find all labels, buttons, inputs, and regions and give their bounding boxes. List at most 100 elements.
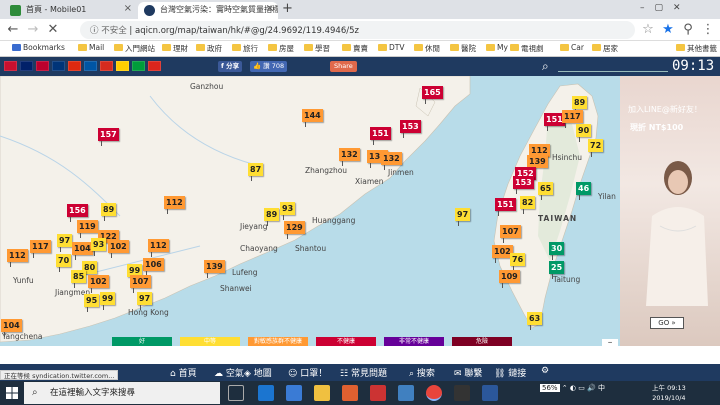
aqi-station-pin[interactable]: 63 (527, 312, 543, 330)
aqi-station-pin[interactable]: 153 (400, 120, 421, 138)
aqi-station-pin[interactable]: 89 (101, 203, 117, 221)
forward-icon[interactable]: → (25, 22, 41, 38)
bookmark-item[interactable]: 醫院 (450, 43, 476, 54)
advertisement[interactable]: 加入LINE@新好友！ 現折 NT$100 GO » (620, 76, 720, 346)
bookmark-star-icon[interactable]: ☆ (640, 22, 656, 38)
aqi-station-pin[interactable]: 65 (538, 182, 554, 200)
aqi-station-pin[interactable]: 104 (1, 319, 22, 337)
language-flag-icon[interactable] (52, 61, 65, 71)
bookmark-item[interactable]: 賣賣 (342, 43, 368, 54)
edge-icon[interactable] (258, 385, 274, 401)
aqi-station-pin[interactable]: 109 (499, 270, 520, 288)
aqi-station-pin[interactable]: 99 (100, 292, 116, 310)
aqi-station-pin[interactable]: 156 (67, 204, 88, 222)
aqi-station-pin[interactable]: 102 (88, 275, 109, 293)
bookmark-item[interactable]: Mail (78, 43, 104, 52)
site-search-input[interactable] (558, 71, 668, 72)
nav-item[interactable]: ☷ 常見問題 (340, 366, 387, 379)
url-input[interactable]: ⓘ 不安全 | aqicn.org/map/taiwan/hk/#@g/24.9… (80, 21, 635, 39)
menu-icon[interactable]: ⋮ (700, 22, 716, 38)
language-flag-icon[interactable] (100, 61, 113, 71)
bookmark-item[interactable]: 學習 (304, 43, 330, 54)
language-flag-icon[interactable] (148, 61, 161, 71)
chrome-icon[interactable] (426, 385, 442, 401)
language-flag-icon[interactable] (68, 61, 81, 71)
aqi-station-pin[interactable]: 87 (248, 163, 264, 181)
reload-icon[interactable]: ✕ (45, 22, 61, 38)
aqi-station-pin[interactable]: 107 (130, 275, 151, 293)
search-icon[interactable]: ⌕ (542, 59, 549, 74)
bookmark-item[interactable]: 居家 (592, 43, 618, 54)
nav-item[interactable]: ☁ 空氣 (214, 366, 244, 379)
aqi-station-pin[interactable]: 144 (302, 109, 323, 127)
tab-mobile01[interactable]: 首頁 - Mobile01 × (4, 2, 136, 19)
back-icon[interactable]: ← (5, 22, 21, 38)
bookmark-item[interactable]: My (486, 43, 508, 52)
aqi-station-pin[interactable]: 90 (576, 124, 592, 142)
taskbar-search-input[interactable]: 在這裡輸入文字來搜尋 (24, 382, 220, 404)
window-controls[interactable]: –▢✕ (640, 3, 700, 13)
taskbar-clock[interactable]: 上午 09:13 2019/10/4 (652, 383, 686, 403)
language-flag-icon[interactable] (132, 61, 145, 71)
aqi-station-pin[interactable]: 104 (72, 242, 93, 260)
aqi-station-pin[interactable]: 97 (57, 234, 73, 252)
aqi-station-pin[interactable]: 102 (108, 240, 129, 258)
app-icon[interactable] (454, 385, 470, 401)
bookmark-item[interactable]: Bookmarks (12, 43, 65, 52)
ad-go-button[interactable]: GO » (650, 317, 684, 329)
language-flag-icon[interactable] (116, 61, 129, 71)
facebook-share-button[interactable]: f 分享 (218, 61, 243, 72)
bookmark-item[interactable]: 休閒 (414, 43, 440, 54)
bookmark-item[interactable]: 電視劇 (510, 43, 544, 54)
aqi-station-pin[interactable]: 97 (137, 292, 153, 310)
aqi-station-pin[interactable]: 139 (204, 260, 225, 278)
aqi-station-pin[interactable]: 151 (495, 198, 516, 216)
aqi-station-pin[interactable]: 106 (143, 258, 164, 276)
aqi-station-pin[interactable]: 119 (77, 220, 98, 238)
aqi-station-pin[interactable]: 157 (98, 128, 119, 146)
zoom-out-icon[interactable]: − (602, 339, 618, 346)
aqi-station-pin[interactable]: 76 (510, 253, 526, 271)
store-icon[interactable] (342, 385, 358, 401)
settings-icon[interactable] (398, 385, 414, 401)
bookmark-item[interactable]: 旅行 (232, 43, 258, 54)
aqi-station-pin[interactable]: 95 (84, 294, 100, 312)
aqi-station-pin[interactable]: 117 (30, 240, 51, 258)
aqi-station-pin[interactable]: 129 (284, 221, 305, 239)
nav-item[interactable]: ⌕ 搜索 (409, 366, 435, 379)
bookmark-item[interactable]: 其他書籤 (676, 43, 717, 54)
aqi-station-pin[interactable]: 85 (71, 270, 87, 288)
aqi-station-pin[interactable]: 151 (370, 127, 391, 145)
nav-item[interactable]: ⛓ 鏈接 (494, 366, 526, 379)
facebook-like-button[interactable]: 👍 讚 708 (250, 61, 288, 72)
language-flag-icon[interactable] (36, 61, 49, 71)
aqi-station-pin[interactable]: 117 (562, 110, 583, 128)
office-icon[interactable] (370, 385, 386, 401)
aqi-station-pin[interactable]: 89 (264, 208, 280, 226)
file-explorer-icon[interactable] (314, 385, 330, 401)
aqi-station-pin[interactable]: 132 (339, 148, 360, 166)
aqi-station-pin[interactable]: 46 (576, 182, 592, 200)
aqi-station-pin[interactable]: 112 (164, 196, 185, 214)
nav-item[interactable]: ✉ 聯繫 (454, 366, 482, 379)
aqi-station-pin[interactable]: 112 (7, 249, 28, 267)
windows-start-icon[interactable] (6, 387, 18, 399)
task-view-icon[interactable] (228, 385, 244, 401)
language-flag-icon[interactable] (20, 61, 33, 71)
bookmark-item[interactable]: 理財 (162, 43, 188, 54)
system-tray[interactable]: 56% ⌃ ◐ ▭ 🔊 中 (540, 383, 605, 393)
air-quality-map[interactable]: Ganzhou Zhangzhou Xiamen Jinmen Huanggang Jie… (0, 76, 620, 346)
new-tab-button[interactable]: + (282, 1, 293, 16)
aqi-station-pin[interactable]: 107 (500, 225, 521, 243)
profile-icon[interactable]: ⚲ (680, 22, 696, 38)
aqi-station-pin[interactable]: 89 (572, 96, 588, 114)
aqi-station-pin[interactable]: 70 (56, 254, 72, 272)
aqi-station-pin[interactable]: 93 (91, 238, 107, 256)
aqi-station-pin[interactable]: 72 (588, 139, 604, 157)
aqi-station-pin[interactable]: 82 (520, 196, 536, 214)
close-tab-icon[interactable]: × (266, 3, 274, 14)
bookmark-item[interactable]: 政府 (196, 43, 222, 54)
word-icon[interactable] (482, 385, 498, 401)
aqi-station-pin[interactable]: 25 (549, 261, 565, 279)
nav-item[interactable]: ☺ 口罩！ (288, 366, 327, 379)
